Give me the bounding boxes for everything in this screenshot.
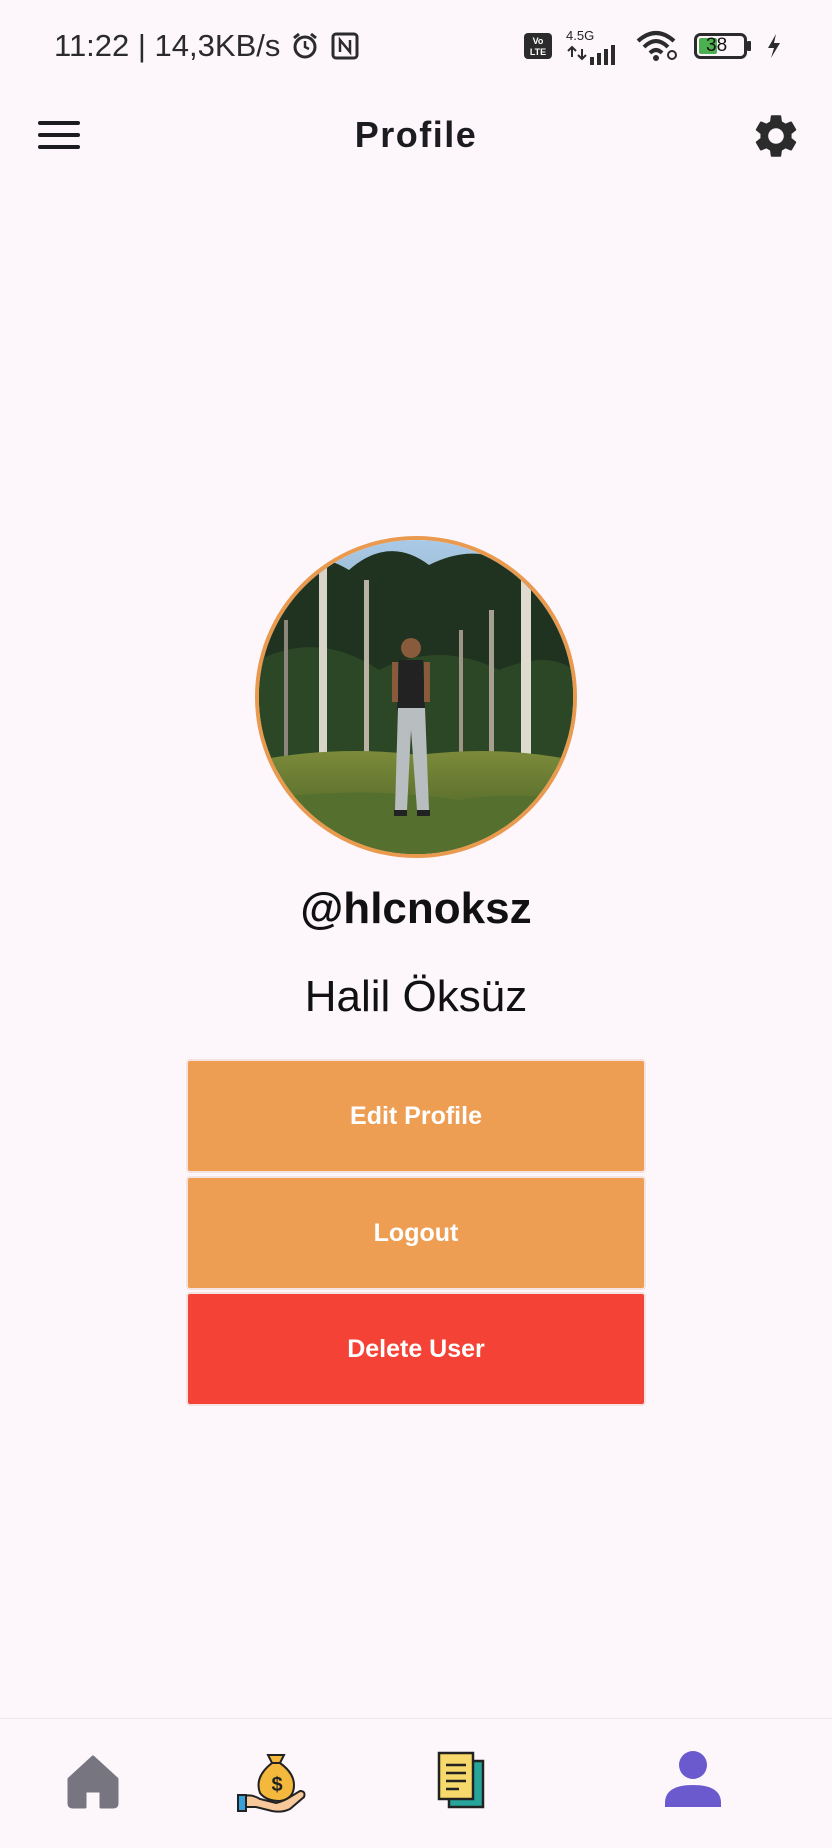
page-title: Profile xyxy=(354,114,478,155)
status-bar: 11:22 | 14,3KB/s Vo LTE 4.5G 38 xyxy=(0,0,832,92)
battery-icon: 38 xyxy=(694,32,752,60)
alarm-icon xyxy=(290,31,320,61)
charging-icon xyxy=(768,34,780,58)
volte-icon: Vo LTE xyxy=(524,33,552,59)
gear-icon xyxy=(755,115,797,157)
status-right: Vo LTE 4.5G 38 xyxy=(524,28,782,65)
menu-button[interactable] xyxy=(38,114,92,156)
hamburger-line xyxy=(38,133,80,137)
person-icon xyxy=(665,1751,721,1807)
edit-profile-button[interactable]: Edit Profile xyxy=(186,1059,646,1173)
bottom-navigation: $ xyxy=(0,1718,832,1848)
delete-user-button[interactable]: Delete User xyxy=(186,1292,646,1406)
svg-text:LTE: LTE xyxy=(530,47,546,57)
svg-text:Vo: Vo xyxy=(533,36,544,46)
nfc-icon xyxy=(330,31,360,61)
nav-money[interactable]: $ xyxy=(236,1741,316,1821)
avatar-photo xyxy=(259,540,573,854)
wifi-icon xyxy=(636,31,678,61)
hamburger-menu-icon xyxy=(38,121,80,125)
signal-group: 4.5G xyxy=(566,28,622,65)
nav-home[interactable] xyxy=(53,1741,133,1821)
hamburger-line xyxy=(38,145,80,149)
username: @hlcnoksz xyxy=(300,884,532,933)
money-bag-icon: $ xyxy=(237,1754,306,1813)
status-left: 11:22 | 14,3KB/s xyxy=(54,28,360,64)
signal-icon xyxy=(567,44,615,65)
home-icon xyxy=(67,1755,119,1809)
svg-text:$: $ xyxy=(271,1774,282,1796)
nav-profile[interactable] xyxy=(653,1741,733,1821)
nav-documents[interactable] xyxy=(421,1741,501,1821)
profile-avatar[interactable] xyxy=(255,536,577,858)
documents-icon xyxy=(437,1751,485,1809)
logout-button[interactable]: Logout xyxy=(186,1176,646,1290)
network-type: 4.5G xyxy=(566,27,595,43)
battery-level: 38 xyxy=(706,35,728,56)
full-name: Halil Öksüz xyxy=(304,972,528,1021)
status-time: 11:22 | 14,3KB/s xyxy=(54,28,281,63)
top-app-bar: Profile xyxy=(0,92,832,178)
settings-button[interactable] xyxy=(750,110,802,162)
